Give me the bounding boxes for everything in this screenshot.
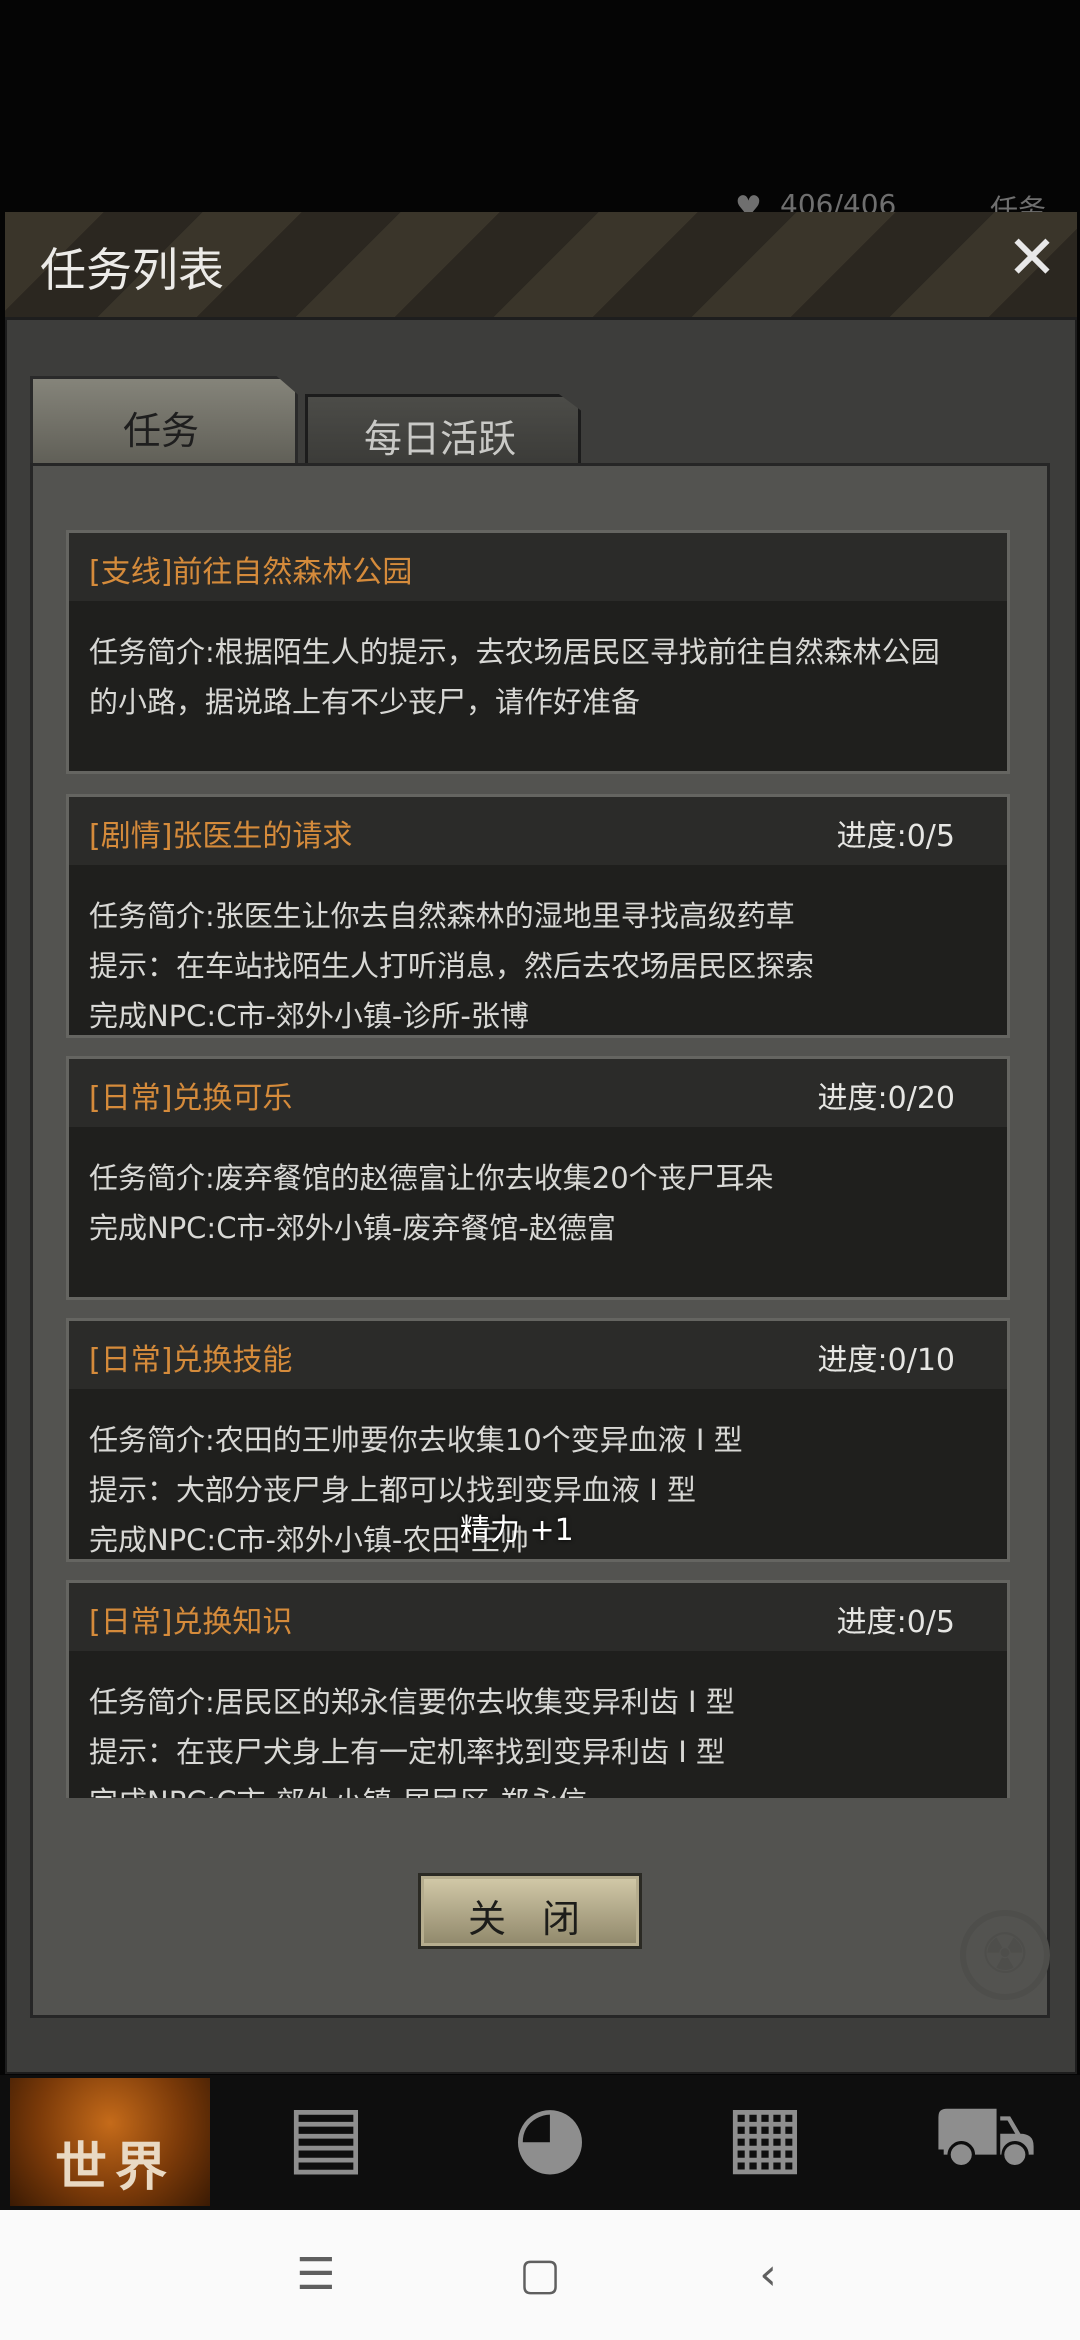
radiation-icon: ☢ <box>960 1910 1050 2000</box>
task-title: [日常]兑换技能 <box>89 1343 293 1378</box>
task-card[interactable]: [剧情]张医生的请求 进度:0/5 任务简介:张医生让你去自然森林的湿地里寻找高… <box>66 794 1010 1038</box>
menu-icon[interactable]: ☰ <box>276 2240 356 2310</box>
task-list[interactable]: [支线]前往自然森林公园 任务简介:根据陌生人的提示，去农场居民区寻找前往自然森… <box>66 530 1010 1798</box>
tab-tasks-label: 任务 <box>122 409 199 453</box>
task-line: 任务简介:废弃餐馆的赵德富让你去收集20个丧尸耳朵 <box>89 1161 774 1195</box>
task-progress: 进度:0/5 <box>836 1605 955 1640</box>
dialog-title: 任务列表 <box>40 243 224 297</box>
task-line: 任务简介:居民区的郑永信要你去收集变异利齿 I 型 <box>89 1685 735 1719</box>
back-icon[interactable]: ‹ <box>728 2240 808 2310</box>
task-progress: 进度:0/5 <box>836 819 955 854</box>
world-tab-label: 世界 <box>55 2138 176 2198</box>
phone-icon[interactable]: ▦ <box>705 2085 825 2185</box>
backpack-icon[interactable]: ▤ <box>266 2085 386 2185</box>
task-title: [日常]兑换知识 <box>89 1605 293 1640</box>
task-line: 完成NPC:C市-郊外小镇-居民区-郑永信 <box>89 1779 587 1798</box>
task-line: 任务简介:张医生让你去自然森林的湿地里寻找高级药草 <box>89 899 795 933</box>
task-line: 提示：在丧尸犬身上有一定机率找到变异利齿 I 型 <box>89 1735 725 1769</box>
task-line: 完成NPC:C市-郊外小镇-废弃餐馆-赵德富 <box>89 1211 616 1245</box>
task-line: 的小路，据说路上有不少丧尸，请作好准备 <box>89 685 641 719</box>
task-card[interactable]: [日常]兑换可乐 进度:0/20 任务简介:废弃餐馆的赵德富让你去收集20个丧尸… <box>66 1056 1010 1300</box>
task-card[interactable]: [日常]兑换知识 进度:0/5 任务简介:居民区的郑永信要你去收集变异利齿 I … <box>66 1580 1010 1798</box>
task-line: 提示：在车站找陌生人打听消息，然后去农场居民区探索 <box>89 949 815 983</box>
task-line: 完成NPC:C市-郊外小镇-诊所-张博 <box>89 999 529 1033</box>
task-title: [日常]兑换可乐 <box>89 1081 293 1116</box>
close-button-label: 关 闭 <box>467 1897 593 1941</box>
head-skill-icon[interactable]: ◕ <box>490 2085 610 2185</box>
task-title: [剧情]张医生的请求 <box>89 819 353 854</box>
floating-reward-text: 精力 +1 <box>460 1513 574 1548</box>
task-progress: 进度:0/20 <box>817 1081 955 1116</box>
task-title: [支线]前往自然森林公园 <box>89 555 413 590</box>
task-line: 任务简介:根据陌生人的提示，去农场居民区寻找前往自然森林公园 <box>89 635 940 669</box>
task-progress: 进度:0/10 <box>817 1343 955 1378</box>
task-card[interactable]: [支线]前往自然森林公园 任务简介:根据陌生人的提示，去农场居民区寻找前往自然森… <box>66 530 1010 774</box>
task-line: 任务简介:农田的王帅要你去收集10个变异血液 I 型 <box>89 1423 743 1457</box>
tab-daily-active-label: 每日活跃 <box>363 417 516 461</box>
close-x-icon[interactable]: ✕ <box>1002 228 1062 288</box>
cart-icon[interactable]: ⛟ <box>925 2085 1045 2185</box>
home-icon[interactable]: ▢ <box>500 2240 580 2310</box>
task-line: 提示：大部分丧尸身上都可以找到变异血液 I 型 <box>89 1473 696 1507</box>
